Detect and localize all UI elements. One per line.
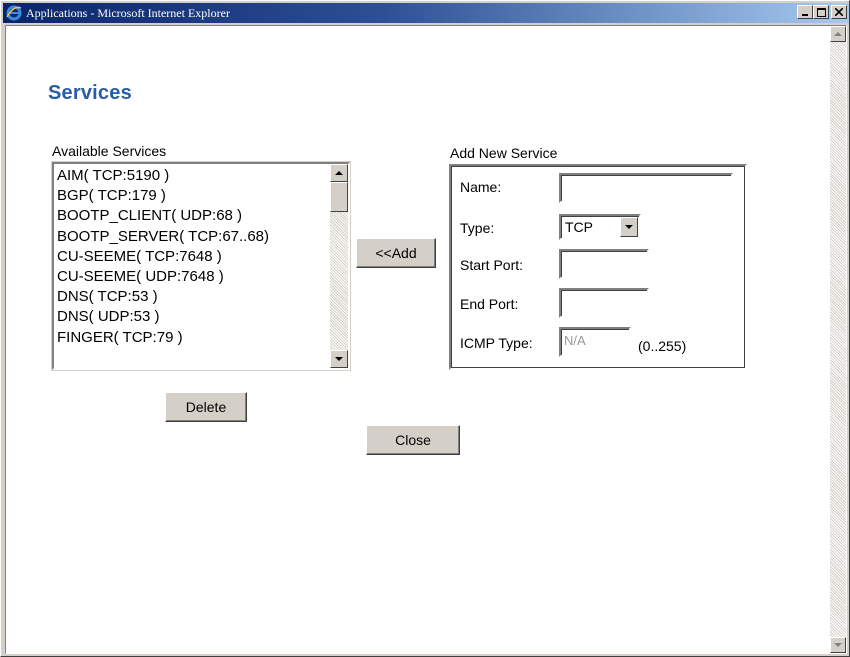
window-controls [797, 5, 847, 19]
list-scroll-up-button[interactable] [330, 164, 348, 182]
list-item[interactable]: DNS( UDP:53 ) [56, 307, 322, 327]
browser-window: Applications - Microsoft Internet Explor… [0, 0, 850, 657]
type-label: Type: [460, 220, 495, 236]
start-port-field[interactable] [559, 249, 649, 279]
type-selected-value: TCP [565, 219, 593, 235]
list-item[interactable]: BGP( TCP:179 ) [56, 186, 322, 206]
add-service-button[interactable]: <<Add [356, 238, 436, 268]
list-item[interactable]: BOOTP_SERVER( TCP:67..68) [56, 227, 322, 247]
page-scroll-up-button[interactable] [830, 26, 846, 42]
dropdown-arrow-icon [625, 225, 633, 229]
icmp-range-hint: (0..255) [638, 338, 687, 354]
close-button[interactable]: Close [366, 425, 460, 455]
close-icon [835, 8, 843, 16]
list-scroll-down-button[interactable] [330, 350, 348, 368]
minimize-button[interactable] [797, 5, 813, 19]
scroll-up-icon [834, 32, 842, 36]
list-item[interactable]: FINGER( TCP:79 ) [56, 328, 322, 348]
ie-logo-icon [6, 5, 22, 21]
title-bar[interactable]: Applications - Microsoft Internet Explor… [3, 3, 849, 23]
icmp-type-label: ICMP Type: [460, 335, 533, 351]
available-services-label: Available Services [52, 143, 167, 159]
service-items: AIM( TCP:5190 ) BGP( TCP:179 ) BOOTP_CLIEN… [56, 166, 322, 348]
page-scrollbar[interactable] [830, 26, 846, 653]
page-title: Services [48, 82, 132, 104]
list-item[interactable]: CU-SEEME( UDP:7648 ) [56, 267, 322, 287]
list-item[interactable]: AIM( TCP:5190 ) [56, 166, 322, 186]
maximize-button[interactable] [813, 5, 829, 19]
window-title: Applications - Microsoft Internet Explor… [26, 5, 230, 20]
end-port-field[interactable] [559, 288, 649, 318]
page-content: Services Available Services AIM( TCP:519… [5, 25, 847, 654]
available-services-list[interactable]: AIM( TCP:5190 ) BGP( TCP:179 ) BOOTP_CLIEN… [51, 161, 351, 371]
list-item[interactable]: DNS( TCP:53 ) [56, 287, 322, 307]
name-field[interactable] [559, 173, 733, 203]
list-scroll-thumb[interactable] [330, 182, 348, 212]
maximize-icon [816, 7, 826, 17]
scroll-down-icon [834, 643, 842, 647]
type-select[interactable]: TCP [559, 214, 641, 240]
start-port-label: Start Port: [460, 257, 524, 273]
name-label: Name: [460, 179, 502, 195]
minimize-icon [802, 14, 808, 16]
page-scroll-down-button[interactable] [830, 637, 846, 653]
delete-button[interactable]: Delete [165, 392, 247, 422]
add-new-service-label: Add New Service [450, 145, 558, 161]
icmp-type-field[interactable]: N/A [559, 327, 631, 357]
end-port-label: End Port: [460, 296, 519, 312]
scroll-up-icon [335, 171, 343, 175]
list-scrollbar[interactable] [330, 164, 348, 368]
type-dropdown-button[interactable] [620, 217, 638, 237]
list-item[interactable]: BOOTP_CLIENT( UDP:68 ) [56, 206, 322, 226]
list-item[interactable]: CU-SEEME( TCP:7648 ) [56, 247, 322, 267]
scroll-down-icon [335, 357, 343, 361]
close-window-button[interactable] [831, 5, 847, 19]
